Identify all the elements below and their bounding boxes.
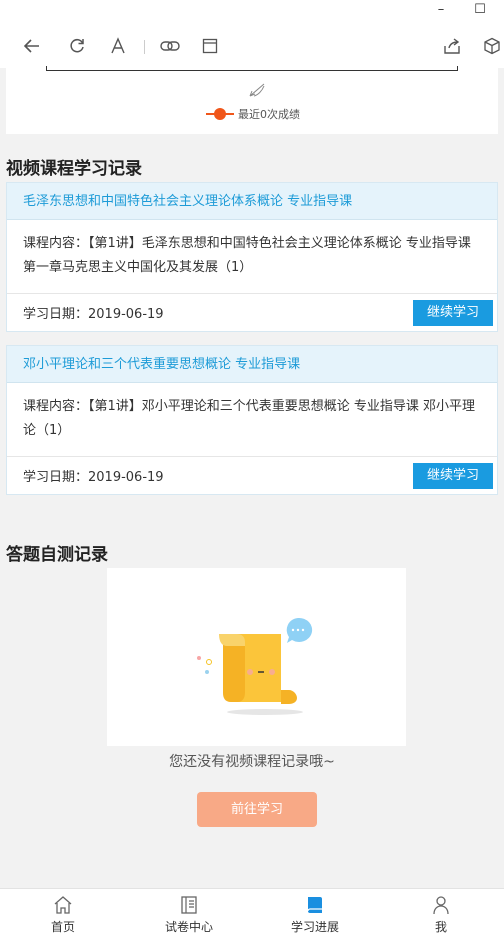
- empty-state-illustration: [107, 568, 406, 746]
- study-date: 学习日期：2019-06-19: [23, 307, 164, 322]
- chart-axis-line: [46, 70, 458, 71]
- home-icon: [54, 896, 72, 914]
- back-arrow-icon[interactable]: [22, 36, 42, 56]
- chart-axis-tick-left: [46, 66, 47, 71]
- empty-state-text: 您还没有视频课程记录哦~: [169, 754, 335, 770]
- continue-study-button[interactable]: 继续学习: [413, 299, 493, 326]
- legend-series-marker: [206, 108, 234, 120]
- scroll-illustration-icon: [197, 617, 313, 715]
- course-title[interactable]: 毛泽东思想和中国特色社会主义理论体系概论 专业指导课: [7, 183, 497, 220]
- video-section-title: 视频课程学习记录: [6, 159, 142, 179]
- course-footer: 学习日期：2019-06-19 继续学习: [7, 457, 497, 494]
- quiz-section-title: 答题自测记录: [6, 545, 108, 565]
- paper-icon: [181, 896, 197, 914]
- score-chart: 最近0次成绩: [6, 66, 498, 134]
- browser-toolbar: [0, 22, 504, 68]
- course-card: 邓小平理论和三个代表重要思想概论 专业指导课 课程内容：【第1讲】邓小平理论和三…: [6, 345, 498, 495]
- tab-me[interactable]: 我: [378, 889, 504, 938]
- font-icon[interactable]: [108, 36, 128, 56]
- link-icon[interactable]: [160, 36, 180, 56]
- course-footer: 学习日期：2019-06-19 继续学习: [7, 294, 497, 331]
- user-icon: [433, 896, 449, 915]
- course-card: 毛泽东思想和中国特色社会主义理论体系概论 专业指导课 课程内容：【第1讲】毛泽东…: [6, 182, 498, 332]
- tab-study-progress[interactable]: 学习进展: [252, 889, 378, 938]
- study-date: 学习日期：2019-06-19: [23, 470, 164, 485]
- window-titlebar: – ☐: [0, 0, 504, 22]
- cube-icon[interactable]: [482, 36, 502, 56]
- refresh-icon[interactable]: [67, 36, 87, 56]
- bottom-tab-bar: 首页 试卷中心 学习进展 我: [0, 888, 504, 938]
- share-icon[interactable]: [442, 36, 462, 56]
- tab-label: 首页: [50, 920, 75, 934]
- chart-watermark-icon: [249, 83, 265, 97]
- tab-paper-center[interactable]: 试卷中心: [126, 889, 252, 938]
- tab-label: 我: [434, 920, 447, 934]
- toolbar-divider: [144, 40, 145, 54]
- course-content: 课程内容：【第1讲】邓小平理论和三个代表重要思想概论 专业指导课 邓小平理论（1…: [7, 383, 497, 457]
- continue-study-button[interactable]: 继续学习: [413, 462, 493, 489]
- chart-legend: 最近0次成绩: [206, 106, 300, 122]
- tab-label: 学习进展: [290, 920, 339, 934]
- maximize-button[interactable]: ☐: [471, 2, 489, 18]
- tab-home[interactable]: 首页: [0, 889, 126, 938]
- course-title[interactable]: 邓小平理论和三个代表重要思想概论 专业指导课: [7, 346, 497, 383]
- course-content: 课程内容：【第1讲】毛泽东思想和中国特色社会主义理论体系概论 专业指导课 第一章…: [7, 220, 497, 294]
- legend-label: 最近0次成绩: [238, 108, 300, 121]
- go-study-button[interactable]: 前往学习: [197, 792, 317, 827]
- chart-axis-tick-right: [457, 66, 458, 71]
- tab-label: 试卷中心: [164, 920, 213, 934]
- minimize-button[interactable]: –: [432, 2, 450, 18]
- window-icon[interactable]: [200, 36, 220, 56]
- book-icon: [307, 897, 322, 913]
